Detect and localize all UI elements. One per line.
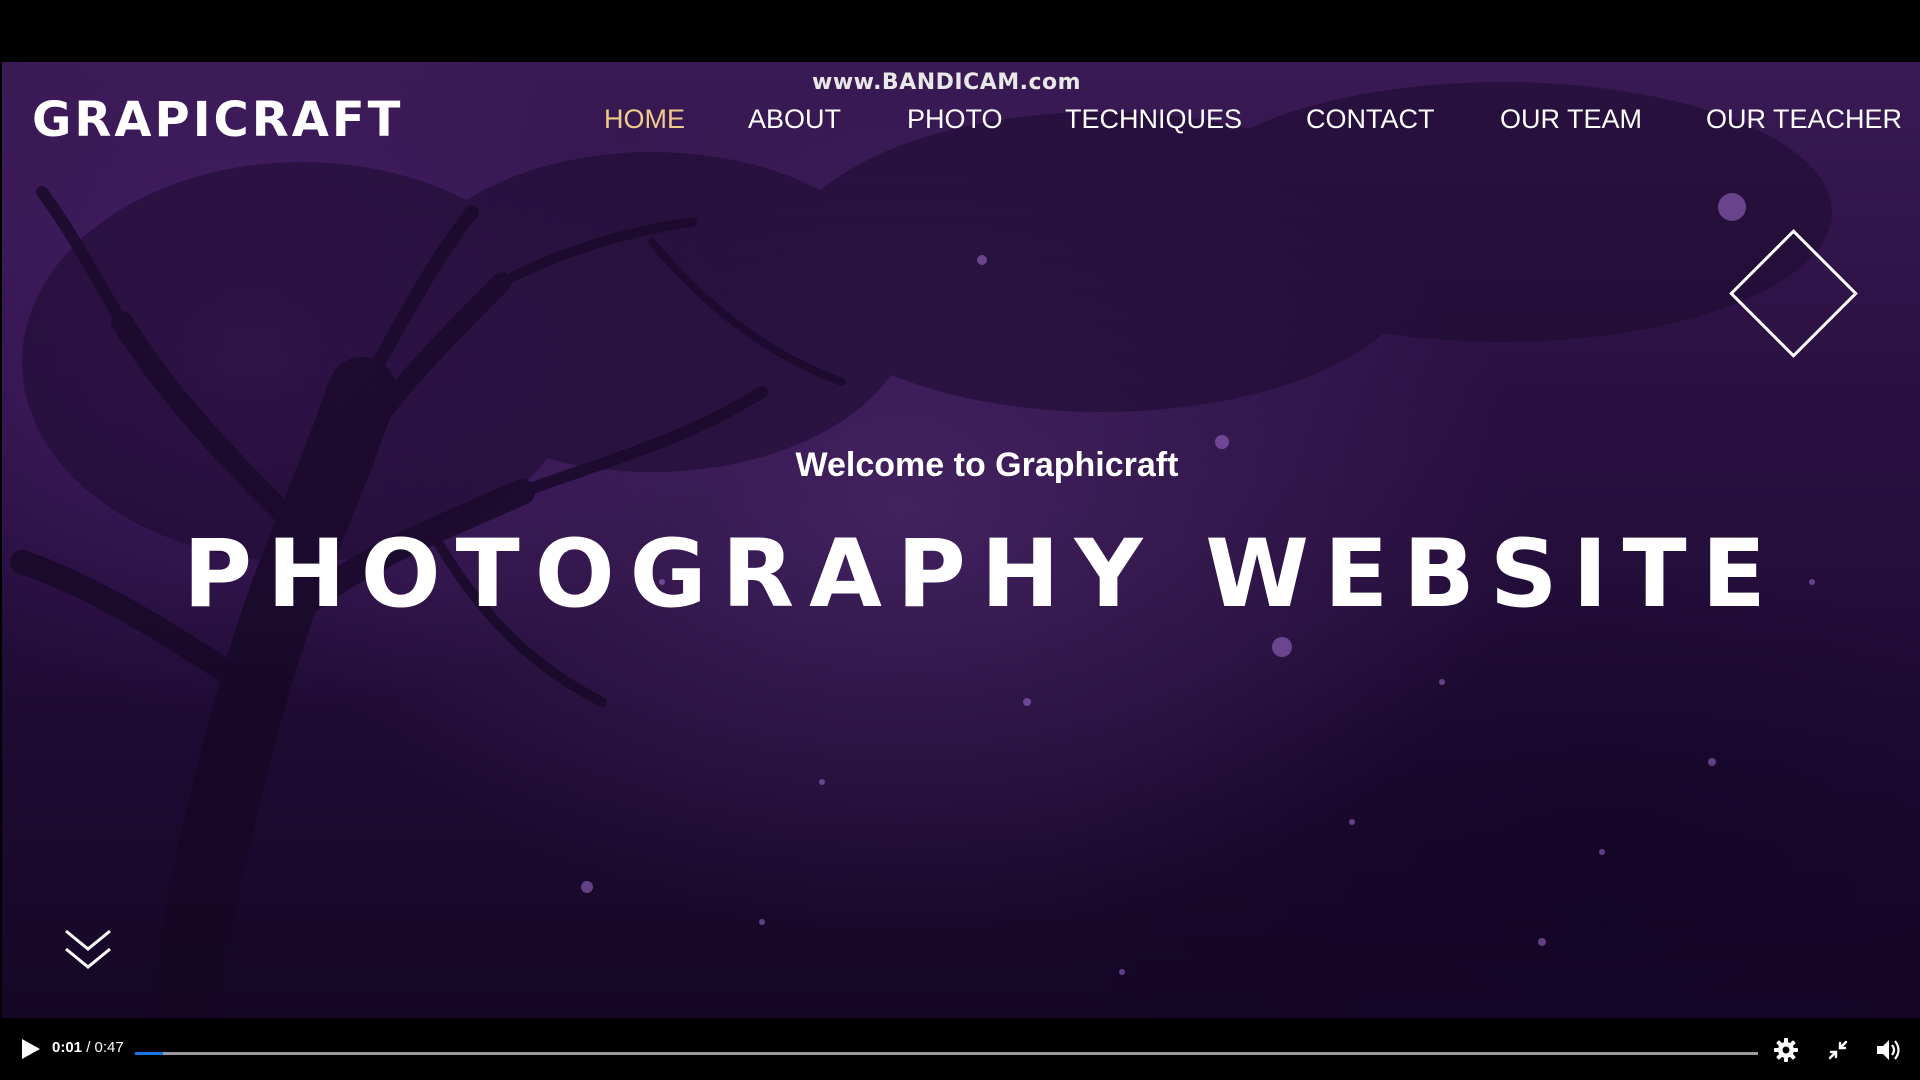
time-separator: /	[82, 1039, 95, 1056]
bandicam-watermark: www.BANDICAM.com	[812, 70, 1082, 95]
video-controls-bar: 0:01 / 0:47	[0, 1018, 1920, 1080]
video-frame: www.BANDICAM.com GRAPICRAFT HOME ABOUT P…	[0, 0, 1920, 1080]
scroll-down-chevron-icon[interactable]	[62, 925, 114, 975]
nav-item-about[interactable]: ABOUT	[748, 104, 841, 135]
exit-fullscreen-icon[interactable]	[1824, 1036, 1852, 1064]
volume-icon[interactable]	[1874, 1036, 1902, 1064]
nav-item-contact[interactable]: CONTACT	[1306, 104, 1435, 135]
settings-icon[interactable]	[1772, 1036, 1800, 1064]
nav-item-our-team[interactable]: OUR TEAM	[1500, 104, 1642, 135]
hero-headline: PHOTOGRAPHY WEBSITE	[183, 520, 1781, 629]
hero-welcome-text: Welcome to Graphicraft	[795, 446, 1179, 484]
nav-item-home[interactable]: HOME	[604, 104, 685, 135]
video-viewport[interactable]: www.BANDICAM.com GRAPICRAFT HOME ABOUT P…	[2, 62, 1920, 1018]
nav-item-techniques[interactable]: TECHNIQUES	[1065, 104, 1242, 135]
duration: 0:47	[94, 1039, 124, 1056]
main-nav: HOME ABOUT PHOTO TECHNIQUES CONTACT OUR …	[2, 104, 1920, 140]
progress-fill	[135, 1052, 163, 1055]
nav-item-photo[interactable]: PHOTO	[907, 104, 1003, 135]
current-time: 0:01	[52, 1039, 83, 1056]
nav-item-our-teacher[interactable]: OUR TEACHER	[1706, 104, 1902, 135]
play-icon[interactable]	[16, 1035, 44, 1063]
time-display: 0:01 / 0:47	[52, 1039, 124, 1056]
progress-bar[interactable]	[135, 1052, 1758, 1055]
